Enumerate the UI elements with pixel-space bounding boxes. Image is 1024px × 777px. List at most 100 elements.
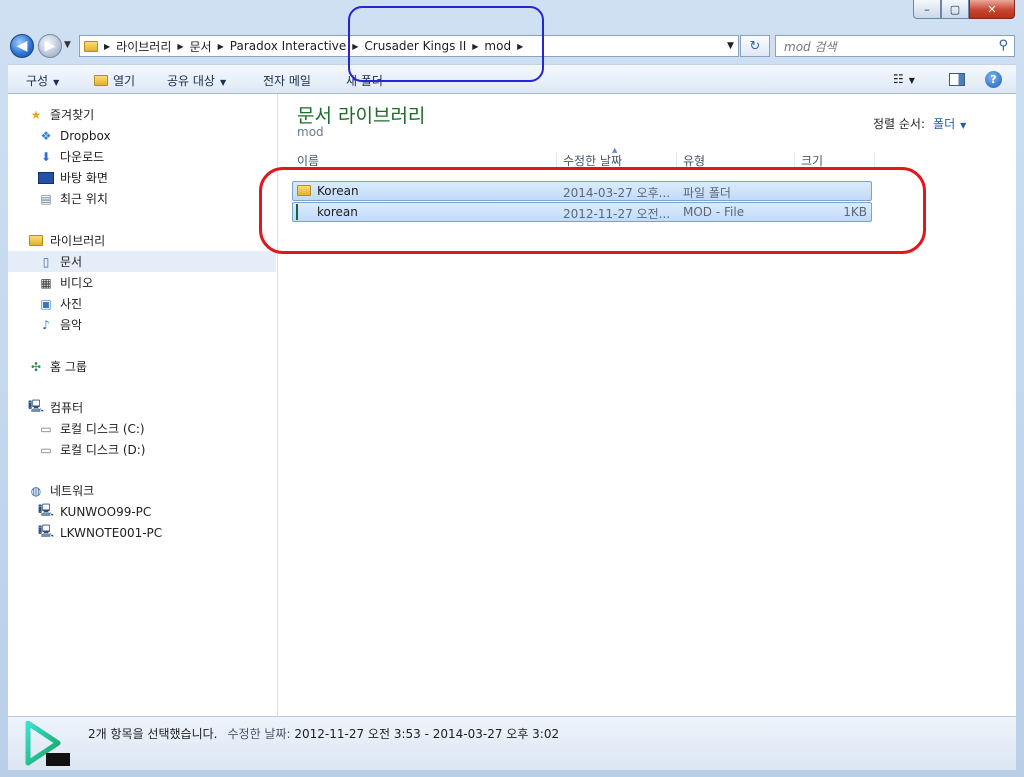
nav-item-music[interactable]: ♪ 음악 — [8, 314, 276, 335]
mod-file-thumbnail-icon — [25, 721, 70, 766]
share-label: 공유 대상 — [167, 74, 215, 88]
open-label: 열기 — [113, 74, 136, 88]
dropbox-icon: ❖ — [40, 128, 52, 143]
desktop-icon — [38, 171, 54, 185]
column-header-name[interactable]: 이름 — [291, 152, 557, 170]
chevron-down-icon: ▼ — [219, 78, 227, 87]
nav-computer-header[interactable]: 🖳 컴퓨터 — [8, 397, 276, 418]
breadcrumb-mod[interactable]: mod — [484, 39, 511, 53]
folder-icon — [297, 185, 311, 196]
nav-item-local-disk-d[interactable]: ▭ 로컬 디스크 (D:) — [8, 439, 276, 460]
breadcrumb-documents[interactable]: 문서 — [190, 38, 212, 55]
breadcrumb-separator-icon[interactable]: ▶ — [104, 42, 110, 51]
recent-places-icon: ▤ — [40, 191, 52, 206]
search-input[interactable] — [782, 37, 991, 57]
breadcrumb-paradox-interactive[interactable]: Paradox Interactive — [230, 39, 346, 53]
search-box[interactable]: ⚲ — [775, 35, 1015, 57]
nav-item-documents[interactable]: ▯ 문서 — [8, 251, 276, 272]
nav-item-network-pc[interactable]: 🖳 LKWNOTE001-PC — [8, 522, 276, 543]
file-name: Korean — [317, 184, 359, 198]
breadcrumb-separator-icon[interactable]: ▶ — [352, 42, 358, 51]
arrange-label: 정렬 순서: — [873, 117, 926, 131]
library-subtitle: mod — [297, 125, 324, 139]
nav-label: 컴퓨터 — [50, 401, 84, 415]
open-button[interactable]: 열기 — [94, 72, 135, 89]
nav-label: KUNWOO99-PC — [60, 504, 152, 519]
nav-label: 네트워크 — [50, 484, 95, 498]
computer-icon: 🖳 — [38, 524, 55, 538]
file-modified: 2014-03-27 오후... — [563, 186, 671, 200]
nav-item-dropbox[interactable]: ❖ Dropbox — [8, 125, 276, 146]
breadcrumb-separator-icon[interactable]: ▶ — [218, 42, 224, 51]
file-row[interactable]: Korean 2014-03-27 오후... 파일 폴더 — [292, 181, 872, 201]
nav-item-recent-places[interactable]: ▤ 최근 위치 — [8, 188, 276, 209]
back-button[interactable]: ◀ — [10, 34, 34, 58]
nav-label: 홈 그룹 — [50, 360, 87, 374]
breadcrumb-libraries[interactable]: 라이브러리 — [116, 38, 171, 55]
organize-button[interactable]: 구성 ▼ — [26, 72, 59, 89]
recent-pages-chevron-down-icon[interactable]: ▼ — [64, 40, 71, 50]
nav-network-header[interactable]: ◍ 네트워크 — [8, 480, 276, 501]
navigation-pane: ★ 즐겨찾기 ❖ Dropbox ⬇ 다운로드 바탕 화면 ▤ 최근 위치 라이브러리 … — [8, 94, 278, 716]
file-row[interactable]: korean 2012-11-27 오전... MOD - File 1KB — [292, 202, 872, 222]
star-icon: ★ — [30, 107, 42, 122]
arrange-by-control[interactable]: 정렬 순서: 폴더 ▼ — [873, 115, 966, 132]
address-history-chevron-down-icon[interactable]: ▼ — [727, 41, 734, 51]
drive-icon: ▭ — [40, 442, 52, 457]
chevron-down-icon: ▼ — [960, 121, 967, 130]
change-view-button[interactable]: ☷ ▼ — [893, 72, 915, 86]
breadcrumb-crusader-kings-ii[interactable]: Crusader Kings II — [364, 39, 466, 53]
file-type: 파일 폴더 — [683, 186, 731, 200]
column-header-type[interactable]: 유형 — [677, 152, 795, 170]
library-icon — [28, 234, 44, 248]
nav-libraries-header[interactable]: 라이브러리 — [8, 230, 276, 251]
nav-label: 라이브러리 — [50, 234, 106, 248]
help-button[interactable]: ? — [985, 71, 1002, 88]
share-with-button[interactable]: 공유 대상 ▼ — [167, 72, 226, 89]
nav-item-downloads[interactable]: ⬇ 다운로드 — [8, 146, 276, 167]
nav-label: 로컬 디스크 (D:) — [60, 443, 146, 457]
details-pane: 2개 항목을 선택했습니다. 수정한 날짜: 2012-11-27 오전 3:53… — [8, 716, 1016, 770]
nav-label: LKWNOTE001-PC — [60, 525, 163, 540]
nav-favorites-header[interactable]: ★ 즐겨찾기 — [8, 104, 276, 125]
forward-button[interactable]: ▶ — [38, 34, 62, 58]
address-bar[interactable]: ▶ 라이브러리 ▶ 문서 ▶ Paradox Interactive ▶ Cru… — [79, 35, 739, 57]
column-header-size[interactable]: 크기 — [795, 152, 875, 170]
organize-label: 구성 — [26, 74, 49, 88]
file-name: korean — [317, 205, 358, 219]
help-icon: ? — [990, 73, 997, 86]
nav-label: 로컬 디스크 (C:) — [60, 422, 145, 436]
nav-label: 비디오 — [60, 276, 94, 290]
preview-pane-button[interactable] — [949, 73, 965, 86]
nav-item-pictures[interactable]: ▣ 사진 — [8, 293, 276, 314]
nav-homegroup[interactable]: ✣ 홈 그룹 — [8, 356, 276, 377]
new-folder-button[interactable]: 새 폴더 — [346, 72, 383, 89]
nav-item-desktop[interactable]: 바탕 화면 — [8, 167, 276, 188]
picture-icon: ▣ — [40, 296, 52, 311]
breadcrumb-separator-icon[interactable]: ▶ — [177, 42, 183, 51]
nav-item-local-disk-c[interactable]: ▭ 로컬 디스크 (C:) — [8, 418, 276, 439]
nav-item-videos[interactable]: ▦ 비디오 — [8, 272, 276, 293]
breadcrumb-separator-icon[interactable]: ▶ — [517, 42, 523, 51]
file-list-pane: 문서 라이브러리 mod 정렬 순서: 폴더 ▼ ▲ 이름 수정한 날짜 유형 크기… — [278, 94, 1016, 716]
selection-summary: 2개 항목을 선택했습니다. 수정한 날짜: 2012-11-27 오전 3:53… — [88, 725, 559, 742]
file-size: 1KB — [843, 205, 867, 219]
column-header-modified[interactable]: 수정한 날짜 — [557, 152, 677, 170]
document-icon: ▯ — [42, 254, 50, 269]
refresh-button[interactable]: ↻ — [740, 35, 770, 57]
homegroup-icon: ✣ — [30, 359, 42, 374]
command-toolbar: 구성 ▼ 열기 공유 대상 ▼ 전자 메일 새 폴더 ☷ ▼ ? — [8, 64, 1016, 94]
view-list-icon: ☷ — [893, 72, 904, 86]
minimize-button[interactable]: – — [913, 0, 941, 19]
maximize-button[interactable]: ▢ — [941, 0, 969, 19]
search-icon[interactable]: ⚲ — [998, 38, 1008, 53]
nav-item-network-pc[interactable]: 🖳 KUNWOO99-PC — [8, 501, 276, 522]
arrange-value[interactable]: 폴더 ▼ — [933, 117, 966, 131]
email-button[interactable]: 전자 메일 — [263, 72, 311, 89]
nav-label: 다운로드 — [60, 150, 105, 164]
nav-label: 즐겨찾기 — [50, 108, 95, 122]
close-button[interactable]: ✕ — [969, 0, 1015, 19]
network-icon: ◍ — [30, 483, 42, 498]
selection-count: 2개 항목을 선택했습니다. — [88, 727, 218, 741]
breadcrumb-separator-icon[interactable]: ▶ — [472, 42, 478, 51]
